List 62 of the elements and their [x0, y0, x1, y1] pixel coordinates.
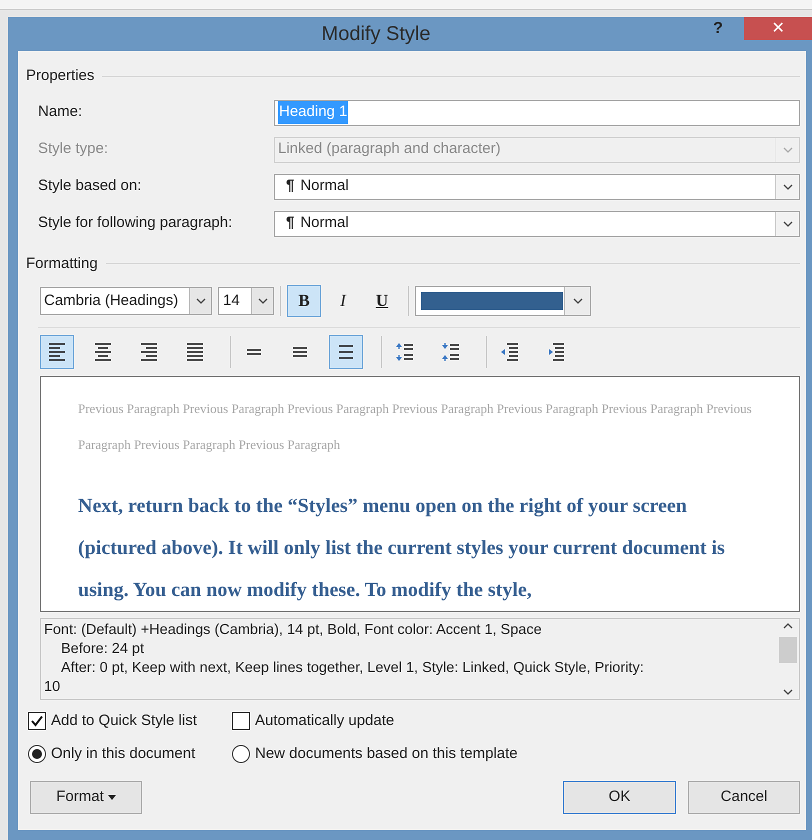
decrease-indent-icon	[500, 341, 520, 363]
dialog-button[interactable]: OK	[563, 781, 676, 814]
description-line: 10	[44, 678, 62, 697]
chevron-icon	[782, 220, 792, 226]
chevron-icon	[782, 146, 792, 152]
dropdown-field[interactable]: ¶ Normal	[274, 174, 800, 200]
option-label: New documents based on this template	[255, 744, 518, 764]
checkbox[interactable]	[28, 712, 46, 730]
field-value: Linked (paragraph and character)	[278, 139, 501, 160]
align-right-icon	[139, 341, 159, 363]
decrease-spacing-icon	[441, 341, 461, 363]
description-line: Before: 24 pt	[60, 640, 146, 659]
radio-button[interactable]	[28, 744, 46, 763]
pilcrow-mark: ¶	[286, 176, 294, 196]
caret-icon	[108, 795, 116, 800]
pilcrow-mark: ¶	[286, 213, 294, 234]
field-label: Style type:	[38, 139, 110, 160]
help-button[interactable]: ?	[704, 17, 732, 41]
chevron-icon	[196, 298, 206, 304]
scroll-down-icon[interactable]	[783, 689, 793, 695]
field-value: Heading 1	[278, 101, 348, 124]
scroll-up-icon[interactable]	[783, 623, 793, 629]
format-menu-button[interactable]: Format	[30, 781, 142, 814]
font-dropdown[interactable]: Cambria (Headings)	[40, 287, 212, 315]
field-value: Normal	[300, 176, 349, 196]
single-spacing-icon	[247, 349, 261, 355]
radio-button[interactable]	[232, 744, 250, 763]
justify-icon	[185, 341, 205, 363]
align-left-icon	[47, 341, 67, 363]
field-label: Style for following paragraph:	[38, 213, 234, 234]
size-dropdown[interactable]: 14	[218, 287, 274, 315]
section-heading: Formatting	[26, 254, 98, 274]
one-half-spacing-icon	[293, 347, 307, 357]
color-dropdown[interactable]	[415, 286, 591, 316]
chevron-icon	[782, 184, 792, 190]
align-center-icon	[93, 341, 113, 363]
field-label: Style based on:	[38, 176, 142, 196]
option-label: Automatically update	[255, 711, 394, 731]
field-label: Name:	[38, 102, 84, 122]
checkbox[interactable]	[232, 712, 250, 730]
sample-heading-text: Next, return back to the “Styles” menu open on the right of your screen (pictured above). It will only list the current styles your current document is using. You can now modify these. To modify the style,	[78, 494, 726, 603]
field-value: Normal	[300, 213, 349, 234]
chevron-icon	[572, 298, 582, 304]
previous-paragraph-text: Previous Paragraph Previous Paragraph Previous Paragraph Previous Paragraph Previous Paragraph Previous Paragraph Previous Paragraph Previous Paragraph Previous Paragraph	[78, 400, 753, 454]
dialog-button[interactable]: Cancel	[688, 781, 800, 814]
increase-spacing-icon	[395, 341, 415, 363]
option-label: Add to Quick Style list	[51, 711, 197, 731]
close-button[interactable]: ✕	[744, 17, 812, 40]
section-heading: Properties	[26, 66, 94, 86]
align-left-button[interactable]	[40, 335, 74, 369]
description-line: Font: (Default) +Headings (Cambria), 14 pt, Bold, Font color: Accent 1, Space	[44, 621, 543, 640]
description-line: After: 0 pt, Keep with next, Keep lines together, Level 1, Style: Linked, Quick Style, Priority:	[60, 659, 645, 678]
chevron-icon	[258, 298, 268, 304]
double-spacing-button[interactable]	[329, 335, 363, 369]
italic-button[interactable]: I	[326, 285, 360, 317]
underline-button[interactable]: U	[365, 285, 399, 317]
increase-indent-icon	[546, 341, 566, 363]
double-spacing-icon	[339, 345, 353, 359]
bold-button[interactable]: B	[287, 285, 321, 317]
dropdown-field[interactable]: ¶ Normal	[274, 210, 800, 236]
option-label: Only in this document	[51, 744, 196, 764]
window-title: Modify Style	[320, 22, 432, 47]
